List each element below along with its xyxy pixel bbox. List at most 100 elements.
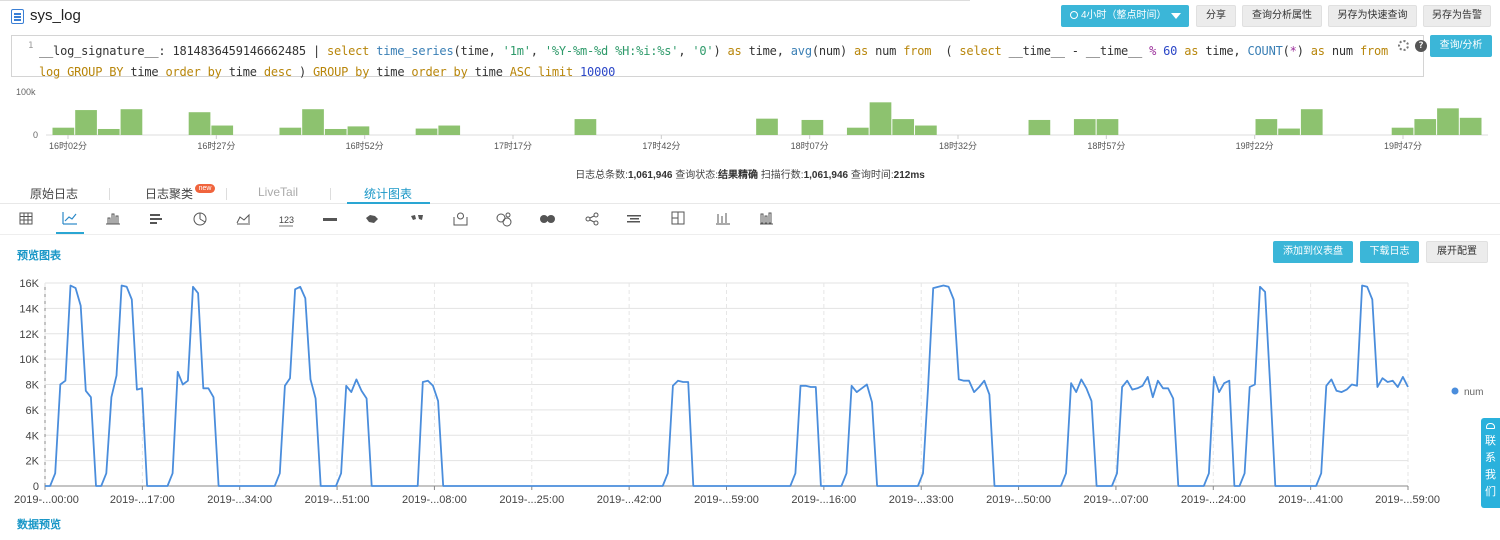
histogram-y-label: 0 — [33, 130, 38, 140]
new-badge: new — [195, 184, 215, 193]
help-icon[interactable]: ? — [1415, 40, 1427, 52]
histogram-bar[interactable] — [756, 118, 778, 135]
histogram-bar[interactable] — [846, 127, 869, 135]
save-quick-query-button[interactable]: 另存为快速查询 — [1328, 5, 1417, 27]
gear-icon[interactable] — [1398, 40, 1409, 51]
histogram-bar[interactable] — [892, 119, 915, 135]
histogram-bar[interactable] — [52, 127, 75, 135]
tab-divider — [330, 188, 331, 200]
table-icon[interactable] — [19, 212, 33, 225]
tab-divider — [226, 188, 227, 200]
china-map-icon[interactable] — [366, 215, 378, 223]
clock-icon — [1070, 11, 1078, 19]
top-divider — [0, 0, 970, 1]
line-number: 1 — [28, 41, 34, 51]
area-chart-icon[interactable] — [236, 213, 250, 225]
sankey-icon[interactable] — [540, 215, 555, 223]
location-map-icon[interactable] — [453, 212, 468, 226]
contact-us-button[interactable]: 联 系 我 们 — [1481, 418, 1500, 508]
share-button[interactable]: 分享 — [1196, 5, 1236, 27]
candlestick-icon[interactable] — [716, 213, 730, 225]
histogram-bar[interactable] — [1255, 119, 1278, 135]
legend-marker[interactable] — [1451, 387, 1459, 395]
histogram-x-label: 17时17分 — [494, 140, 532, 151]
x-tick-label: 2019-...00:00 — [14, 494, 79, 506]
histogram-x-label: 19时47分 — [1384, 140, 1422, 151]
histogram-x-label: 17时42分 — [642, 140, 680, 151]
progress-bar-icon[interactable] — [323, 218, 337, 221]
word-cloud-icon[interactable] — [585, 212, 599, 226]
histogram-bar[interactable] — [1028, 119, 1051, 135]
bar-chart-icon[interactable] — [106, 213, 120, 225]
legend-label[interactable]: num — [1464, 387, 1483, 398]
query-editor[interactable]: 1 __log_signature__: 1814836459146662485… — [11, 35, 1427, 79]
histogram-x-label: 18时07分 — [791, 140, 829, 151]
query-stats: 日志总条数:1,061,946 查询状态:结果精确 扫描行数:1,061,946… — [0, 166, 1500, 181]
x-tick-label: 2019-...33:00 — [889, 494, 954, 506]
histogram-bar[interactable] — [915, 125, 937, 135]
page-title: sys_log — [30, 7, 81, 24]
add-to-dashboard-button[interactable]: 添加到仪表盘 — [1273, 241, 1353, 263]
query-code[interactable]: __log_signature__: 1814836459146662485 |… — [39, 41, 1389, 83]
histogram-bar[interactable] — [1414, 119, 1437, 135]
histogram-y-label: 100k — [16, 87, 36, 97]
rectangle-tree-icon[interactable] — [671, 211, 685, 225]
histogram-bar[interactable] — [324, 128, 347, 135]
tab-raw-logs[interactable]: 原始日志 — [30, 185, 78, 202]
heatmap-icon[interactable] — [760, 212, 773, 225]
histogram-bar[interactable] — [188, 112, 211, 135]
histogram-bar[interactable] — [1096, 119, 1119, 135]
download-log-button[interactable]: 下载日志 — [1360, 241, 1419, 263]
time-range-label: 4小时（整点时间） — [1081, 10, 1167, 21]
analysis-properties-button[interactable]: 查询分析属性 — [1242, 5, 1322, 27]
horizontal-bar-icon[interactable] — [150, 214, 162, 224]
histogram-bar[interactable] — [211, 125, 234, 135]
histogram-bar[interactable] — [120, 109, 143, 135]
histogram-bar[interactable] — [415, 128, 438, 135]
logstore-icon — [11, 9, 24, 24]
line-chart-icon[interactable] — [62, 212, 77, 225]
histogram-bar[interactable] — [75, 110, 97, 135]
x-tick-label: 2019-...25:00 — [499, 494, 564, 506]
contact-char: 联 — [1485, 435, 1496, 447]
histogram-bar[interactable] — [1459, 117, 1482, 135]
histogram-bar[interactable] — [1278, 128, 1300, 135]
tab-statistics-chart[interactable]: 统计图表 — [364, 185, 412, 202]
histogram-bar[interactable] — [801, 119, 824, 135]
x-tick-label: 2019-...16:00 — [791, 494, 856, 506]
x-tick-label: 2019-...17:00 — [110, 494, 175, 506]
tab-log-clustering[interactable]: 日志聚类 — [145, 185, 193, 202]
treemap-icon[interactable] — [627, 215, 641, 223]
save-alert-button[interactable]: 另存为告警 — [1423, 5, 1491, 27]
series-line-num[interactable] — [45, 284, 1409, 487]
expand-config-button[interactable]: 展开配置 — [1426, 241, 1488, 263]
histogram-bar[interactable] — [347, 126, 370, 135]
flow-chart-icon[interactable] — [496, 212, 512, 227]
histogram-x-label: 16时27分 — [197, 140, 235, 151]
histogram-x-label: 16时52分 — [346, 140, 384, 151]
contact-char: 我 — [1485, 469, 1496, 481]
single-value-icon[interactable]: 123 — [279, 215, 294, 225]
histogram-bar[interactable] — [1300, 109, 1323, 135]
histogram-bar[interactable] — [1073, 119, 1096, 135]
histogram-bar[interactable] — [1391, 127, 1414, 135]
histogram-bar[interactable] — [1437, 108, 1459, 135]
histogram-bar[interactable] — [97, 128, 120, 135]
time-range-button[interactable]: 4小时（整点时间） — [1061, 5, 1189, 27]
y-tick-label: 2K — [26, 456, 40, 468]
x-tick-label: 2019-...08:00 — [402, 494, 467, 506]
x-tick-label: 2019-...07:00 — [1084, 494, 1149, 506]
caret-down-icon — [1171, 13, 1181, 19]
query-analyze-button[interactable]: 查询/分析 — [1430, 35, 1492, 57]
result-tabs: 原始日志 日志聚类 LiveTail 统计图表 — [0, 180, 1500, 204]
histogram-bar[interactable] — [438, 125, 461, 135]
histogram-bar[interactable] — [869, 102, 892, 135]
histogram-x-label: 18时32分 — [939, 140, 977, 151]
y-tick-label: 4K — [26, 430, 40, 442]
world-map-icon[interactable] — [411, 215, 423, 220]
histogram-bar[interactable] — [302, 109, 324, 135]
tab-livetail[interactable]: LiveTail — [258, 185, 298, 199]
histogram-bar[interactable] — [574, 119, 597, 135]
pie-chart-icon[interactable] — [193, 212, 207, 226]
histogram-bar[interactable] — [279, 127, 302, 135]
